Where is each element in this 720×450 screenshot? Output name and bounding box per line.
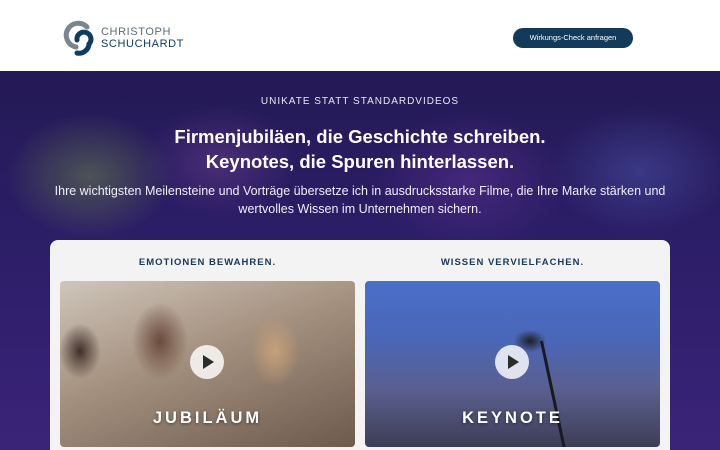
logo-wordmark: CHRISTOPH SCHUCHARDT — [101, 26, 184, 50]
play-icon[interactable] — [495, 345, 529, 379]
column-title-wissen: WISSEN VERVIELFACHEN. — [440, 257, 585, 268]
video-panel: EMOTIONEN BEWAHREN. WISSEN VERVIELFACHEN… — [50, 240, 670, 450]
hero-headline: Firmenjubiläen, die Geschichte schreiben… — [0, 124, 720, 174]
hero-section: UNIKATE STATT STANDARDVIDEOS Firmenjubil… — [0, 71, 720, 450]
headline-line-1: Firmenjubiläen, die Geschichte schreiben… — [174, 126, 546, 147]
video-keynote[interactable]: KEYNOTE — [365, 281, 660, 447]
logo[interactable]: CHRISTOPH SCHUCHARDT — [63, 20, 183, 56]
logo-line-2: SCHUCHARDT — [101, 38, 184, 50]
play-icon[interactable] — [190, 345, 224, 379]
headline-line-2: Keynotes, die Spuren hinterlassen. — [205, 151, 515, 172]
hero-subtext: Ihre wichtigsten Meilensteine und Vorträ… — [54, 184, 666, 216]
logo-mark-icon — [63, 20, 94, 56]
video-label-jubilaeum: JUBILÄUM — [152, 409, 263, 427]
site-header: CHRISTOPH SCHUCHARDT Wirkungs-Check anfr… — [0, 0, 720, 71]
video-label-keynote: KEYNOTE — [462, 409, 563, 427]
column-title-emotionen: EMOTIONEN BEWAHREN. — [138, 257, 277, 268]
microphone-stand — [540, 340, 566, 447]
logo-line-1: CHRISTOPH — [101, 26, 171, 38]
hero-eyebrow: UNIKATE STATT STANDARDVIDEOS — [260, 96, 460, 107]
video-jubilaeum[interactable]: JUBILÄUM — [60, 281, 355, 447]
wirkungs-check-button[interactable]: Wirkungs-Check anfragen — [513, 28, 633, 48]
